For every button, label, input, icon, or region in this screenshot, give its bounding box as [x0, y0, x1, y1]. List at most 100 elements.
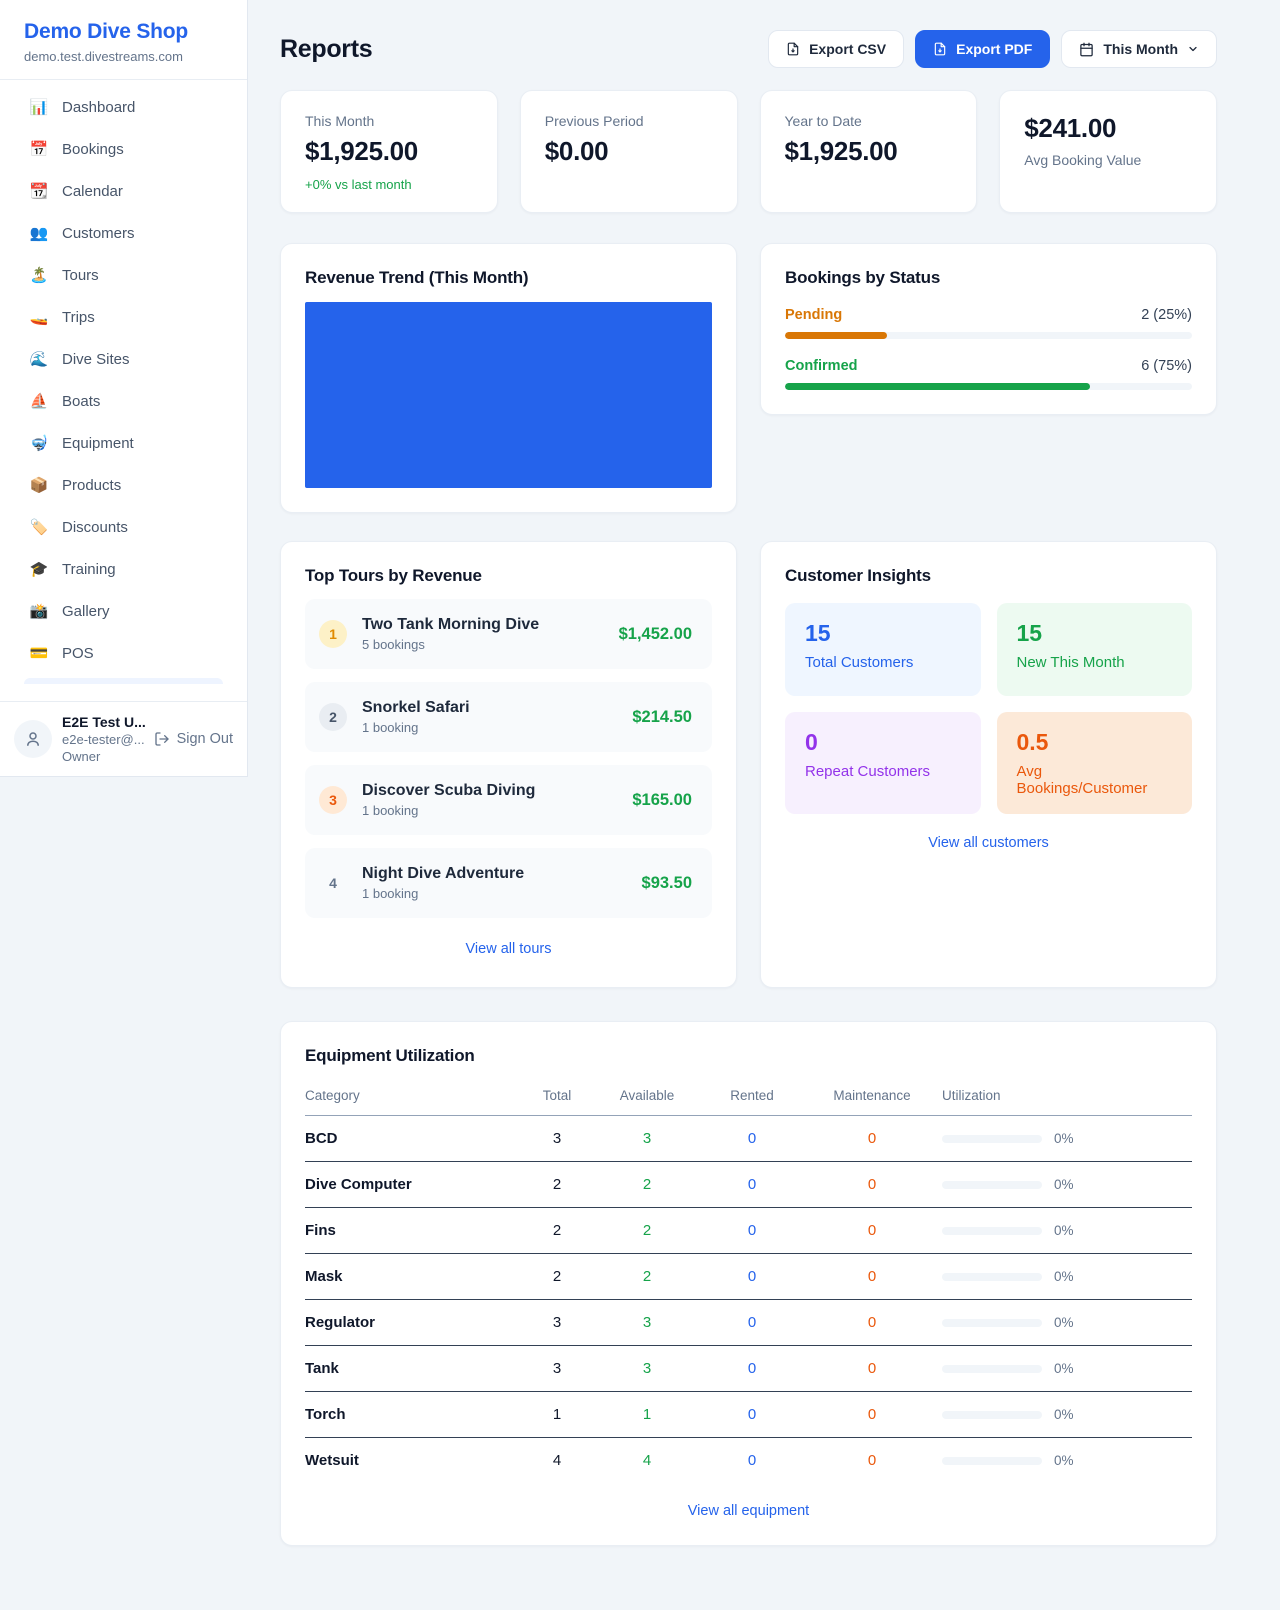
- sidebar-item-trips[interactable]: 🚤 Trips: [12, 300, 235, 335]
- stat-cards: This Month $1,925.00 +0% vs last month P…: [280, 90, 1217, 213]
- utilization-percent: 0%: [1054, 1177, 1074, 1192]
- header-actions: Export CSV Export PDF This Month: [768, 30, 1217, 68]
- tile-new-this-month: 15 New This Month: [997, 603, 1193, 696]
- tours-island-icon: 🏝️: [29, 268, 49, 283]
- file-icon: [933, 41, 947, 57]
- cell-maintenance: 0: [802, 1314, 942, 1331]
- tile-value: 0.5: [1017, 729, 1173, 756]
- shop-brand: Demo Dive Shop demo.test.divestreams.com: [0, 0, 247, 80]
- tour-row: 3 Discover Scuba Diving 1 booking $165.0…: [305, 765, 712, 835]
- table-row: Fins 2 2 0 0 0%: [305, 1208, 1192, 1254]
- cell-utilization: 0%: [942, 1131, 1192, 1146]
- cell-maintenance: 0: [802, 1176, 942, 1193]
- sidebar: Demo Dive Shop demo.test.divestreams.com…: [0, 0, 248, 777]
- sidebar-item-bookings[interactable]: 📅 Bookings: [12, 132, 235, 167]
- cell-utilization: 0%: [942, 1223, 1192, 1238]
- tour-row: 4 Night Dive Adventure 1 booking $93.50: [305, 848, 712, 918]
- cell-category: BCD: [305, 1130, 522, 1147]
- export-pdf-button[interactable]: Export PDF: [915, 30, 1050, 68]
- cell-maintenance: 0: [802, 1130, 942, 1147]
- status-label: Confirmed: [785, 358, 858, 374]
- table-header-row: Category Total Available Rented Maintena…: [305, 1074, 1192, 1116]
- sidebar-item-label: Training: [62, 561, 116, 578]
- col-utilization: Utilization: [942, 1088, 1192, 1103]
- cell-category: Torch: [305, 1406, 522, 1423]
- sidebar-item-pos[interactable]: 💳 POS: [12, 636, 235, 671]
- sidebar-item-tours[interactable]: 🏝️ Tours: [12, 258, 235, 293]
- dashboard-icon: 📊: [29, 100, 49, 115]
- equipment-table: Category Total Available Rented Maintena…: [305, 1074, 1192, 1483]
- view-all-tours-link[interactable]: View all tours: [305, 941, 712, 957]
- tile-value: 15: [805, 620, 961, 647]
- tag-icon: 🏷️: [29, 520, 49, 535]
- sidebar-item-label: Bookings: [62, 141, 124, 158]
- sidebar-item-equipment[interactable]: 🤿 Equipment: [12, 426, 235, 461]
- col-category: Category: [305, 1088, 522, 1103]
- sidebar-item-discounts[interactable]: 🏷️ Discounts: [12, 510, 235, 545]
- sidebar-item-customers[interactable]: 👥 Customers: [12, 216, 235, 251]
- cell-category: Dive Computer: [305, 1176, 522, 1193]
- utilization-bar: [942, 1411, 1042, 1419]
- cell-category: Fins: [305, 1222, 522, 1239]
- sidebar-item-reports-partial[interactable]: [24, 678, 223, 684]
- revenue-trend-bar: [305, 302, 712, 488]
- sign-out-button[interactable]: Sign Out: [154, 731, 233, 747]
- customer-insights-card: Customer Insights 15 Total Customers 15 …: [760, 541, 1217, 988]
- calendar-icon: [1079, 42, 1094, 57]
- utilization-bar: [942, 1319, 1042, 1327]
- insight-tiles: 15 Total Customers 15 New This Month 0 R…: [785, 603, 1192, 814]
- table-row: Tank 3 3 0 0 0%: [305, 1346, 1192, 1392]
- avatar: [14, 720, 52, 758]
- view-all-equipment-link[interactable]: View all equipment: [305, 1503, 1192, 1519]
- utilization-bar: [942, 1365, 1042, 1373]
- cell-category: Wetsuit: [305, 1452, 522, 1469]
- sidebar-item-label: Discounts: [62, 519, 128, 536]
- camera-icon: 📸: [29, 604, 49, 619]
- sidebar-item-label: Tours: [62, 267, 99, 284]
- tour-bookings: 1 booking: [362, 803, 617, 818]
- sidebar-item-training[interactable]: 🎓 Training: [12, 552, 235, 587]
- calendar-icon: 📆: [29, 184, 49, 199]
- tour-amount: $1,452.00: [619, 625, 692, 644]
- cell-utilization: 0%: [942, 1361, 1192, 1376]
- stat-label: This Month: [305, 113, 473, 129]
- sidebar-item-dive-sites[interactable]: 🌊 Dive Sites: [12, 342, 235, 377]
- cell-available: 3: [592, 1314, 702, 1331]
- status-label: Pending: [785, 307, 842, 323]
- stat-card-this-month: This Month $1,925.00 +0% vs last month: [280, 90, 498, 213]
- cell-rented: 0: [702, 1406, 802, 1423]
- table-row: Dive Computer 2 2 0 0 0%: [305, 1162, 1192, 1208]
- person-icon: [24, 730, 42, 748]
- status-count: 2 (25%): [1141, 307, 1192, 323]
- stat-label: Year to Date: [785, 113, 953, 129]
- sidebar-item-boats[interactable]: ⛵ Boats: [12, 384, 235, 419]
- cell-rented: 0: [702, 1360, 802, 1377]
- user-role: Owner: [62, 749, 144, 764]
- export-csv-button[interactable]: Export CSV: [768, 30, 904, 68]
- main-content: Reports Export CSV Export PDF This Month: [280, 0, 1217, 1546]
- sidebar-item-label: POS: [62, 645, 94, 662]
- sidebar-nav: 📊 Dashboard 📅 Bookings 📆 Calendar 👥 Cust…: [0, 80, 247, 701]
- view-all-customers-link[interactable]: View all customers: [785, 835, 1192, 851]
- cell-utilization: 0%: [942, 1177, 1192, 1192]
- tile-label: Avg Bookings/Customer: [1017, 763, 1173, 797]
- sailboat-icon: ⛵: [29, 394, 49, 409]
- sidebar-item-products[interactable]: 📦 Products: [12, 468, 235, 503]
- table-row: BCD 3 3 0 0 0%: [305, 1116, 1192, 1162]
- cell-category: Mask: [305, 1268, 522, 1285]
- status-bar-track: [785, 383, 1192, 390]
- tile-total-customers: 15 Total Customers: [785, 603, 981, 696]
- table-row: Wetsuit 4 4 0 0 0%: [305, 1438, 1192, 1483]
- tour-row: 2 Snorkel Safari 1 booking $214.50: [305, 682, 712, 752]
- cell-available: 2: [592, 1222, 702, 1239]
- status-row-pending: Pending 2 (25%): [785, 307, 1192, 339]
- sidebar-item-gallery[interactable]: 📸 Gallery: [12, 594, 235, 629]
- cell-rented: 0: [702, 1222, 802, 1239]
- sidebar-item-calendar[interactable]: 📆 Calendar: [12, 174, 235, 209]
- sidebar-item-dashboard[interactable]: 📊 Dashboard: [12, 90, 235, 125]
- cell-category: Tank: [305, 1360, 522, 1377]
- tile-label: Total Customers: [805, 654, 961, 671]
- period-dropdown[interactable]: This Month: [1061, 30, 1217, 68]
- stat-value: $1,925.00: [785, 136, 953, 167]
- credit-card-icon: 💳: [29, 646, 49, 661]
